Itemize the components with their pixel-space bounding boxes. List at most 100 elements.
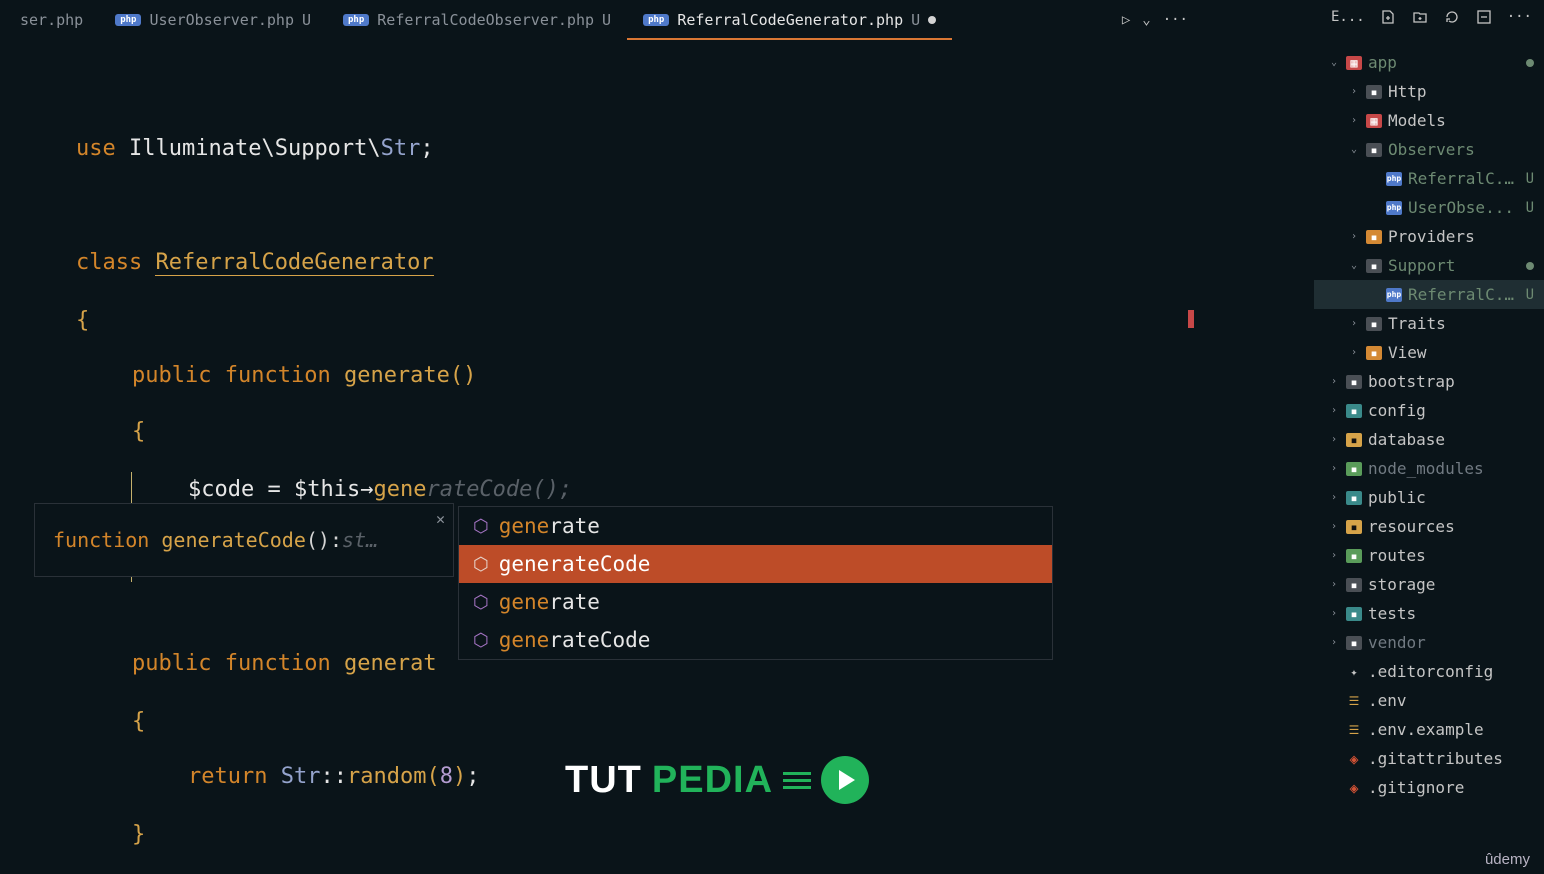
tab-sub: U [911, 11, 920, 29]
file-label: Support [1388, 256, 1520, 275]
file-tree-item[interactable]: ⌄ ▦ app [1314, 48, 1544, 77]
file-tree-item[interactable]: ›▪bootstrap [1314, 367, 1544, 396]
file-label: node_modules [1368, 459, 1534, 478]
php-icon: php [343, 14, 369, 26]
autocomplete-item[interactable]: ⬡ generateCode [459, 621, 1052, 659]
file-tree-item[interactable]: ⌄ ▪ Observers [1314, 135, 1544, 164]
new-file-icon[interactable] [1379, 8, 1397, 26]
tab-label: ser.php [20, 11, 83, 29]
modified-dot-icon [1526, 59, 1534, 67]
autocomplete-item-selected[interactable]: ⬡ generateCode [459, 545, 1052, 583]
scroll-indicator [1188, 310, 1194, 328]
dirty-dot-icon [928, 16, 936, 24]
git-status: U [1526, 287, 1534, 303]
file-icon: ▪ [1346, 375, 1362, 389]
toolbar-right: E... ··· [1331, 8, 1532, 26]
file-label: Observers [1388, 140, 1534, 159]
ns: Illuminate [129, 136, 261, 161]
chevron-right-icon: › [1328, 492, 1340, 503]
file-tree-item[interactable]: phpUserObse...U [1314, 193, 1544, 222]
php-icon: php [643, 14, 669, 26]
file-tree-item[interactable]: ›▪storage [1314, 570, 1544, 599]
php-icon: php [115, 14, 141, 26]
method-generate2: generat [344, 651, 437, 676]
chevron-right-icon: › [1328, 579, 1340, 590]
file-icon: php [1386, 288, 1402, 302]
tab-ser[interactable]: ser.php [4, 0, 99, 40]
file-tree-item[interactable]: ›▪public [1314, 483, 1544, 512]
kw-use: use [76, 136, 116, 161]
file-label: .editorconfig [1368, 662, 1534, 681]
file-icon: ◈ [1346, 781, 1362, 795]
close-icon[interactable]: ✕ [436, 510, 445, 528]
chevron-down-icon: ⌄ [1328, 57, 1340, 68]
file-icon: ▪ [1346, 578, 1362, 592]
file-icon: ▦ [1366, 114, 1382, 128]
refresh-icon[interactable] [1443, 8, 1461, 26]
chevron-right-icon: › [1328, 434, 1340, 445]
file-tree-item[interactable]: ›▪resources [1314, 512, 1544, 541]
file-tree-item[interactable]: ›▪tests [1314, 599, 1544, 628]
file-tree-item[interactable]: phpReferralC...U [1314, 280, 1544, 309]
file-icon: ▪ [1366, 143, 1382, 157]
file-tree-item[interactable]: ›▪node_modules [1314, 454, 1544, 483]
chevron-down-icon[interactable]: ⌄ [1142, 12, 1150, 28]
chevron-right-icon: › [1328, 405, 1340, 416]
file-icon: ▪ [1366, 230, 1382, 244]
chevron-right-icon: › [1348, 318, 1360, 329]
file-icon: ▪ [1346, 636, 1362, 650]
file-label: app [1368, 53, 1520, 72]
code-editor[interactable]: use Illuminate\Support\Str; class Referr… [0, 40, 1200, 874]
file-tree-item[interactable]: phpReferralC...U [1314, 164, 1544, 193]
chevron-right-icon: › [1328, 521, 1340, 532]
file-tree-item[interactable]: ›▪Providers [1314, 222, 1544, 251]
file-label: View [1388, 343, 1534, 362]
file-icon: ▪ [1366, 85, 1382, 99]
file-label: Http [1388, 82, 1534, 101]
git-status: U [1526, 200, 1534, 216]
chevron-down-icon: ⌄ [1348, 144, 1360, 155]
tab-referralcodeobserver[interactable]: php ReferralCodeObserver.php U [327, 0, 627, 40]
file-label: resources [1368, 517, 1534, 536]
file-tree-item[interactable]: ›▪vendor [1314, 628, 1544, 657]
file-tree-item[interactable]: ›▪Http [1314, 77, 1544, 106]
collapse-icon[interactable] [1475, 8, 1493, 26]
file-tree-item[interactable]: ›▪database [1314, 425, 1544, 454]
file-tree-item[interactable]: ☰.env [1314, 686, 1544, 715]
file-tree-item[interactable]: ›▪routes [1314, 541, 1544, 570]
file-tree-item[interactable]: › ▦ Models [1314, 106, 1544, 135]
file-tree-item[interactable]: ◈.gitignore [1314, 773, 1544, 802]
file-icon: ☰ [1346, 694, 1362, 708]
file-tree-item[interactable]: ⌄▪Support [1314, 251, 1544, 280]
tab-label: ReferralCodeObserver.php [377, 11, 594, 29]
more-icon[interactable]: ··· [1163, 12, 1188, 28]
file-icon: ▦ [1346, 56, 1362, 70]
chevron-right-icon: › [1348, 115, 1360, 126]
file-label: Models [1388, 111, 1534, 130]
autocomplete-item[interactable]: ⬡ generate [459, 507, 1052, 545]
more-icon[interactable]: ··· [1507, 9, 1532, 25]
modified-dot-icon [1526, 262, 1534, 270]
chevron-right-icon: › [1328, 637, 1340, 648]
udemy-watermark: ûdemy [1485, 851, 1530, 868]
tab-referralcodegenerator[interactable]: php ReferralCodeGenerator.php U [627, 0, 952, 40]
explorer-label: E... [1331, 9, 1365, 25]
file-icon: ✦ [1346, 665, 1362, 679]
tab-bar: ser.php php UserObserver.php U php Refer… [0, 0, 1200, 40]
file-tree-item[interactable]: ◈.gitattributes [1314, 744, 1544, 773]
run-icon[interactable]: ▷ [1122, 12, 1130, 28]
file-tree-item[interactable]: ›▪View [1314, 338, 1544, 367]
tab-userobserver[interactable]: php UserObserver.php U [99, 0, 327, 40]
file-tree-item[interactable]: ›▪config [1314, 396, 1544, 425]
play-icon [821, 756, 869, 804]
chevron-right-icon: › [1328, 463, 1340, 474]
autocomplete-item[interactable]: ⬡ generate [459, 583, 1052, 621]
file-icon: ▪ [1346, 549, 1362, 563]
file-tree-item[interactable]: ›▪Traits [1314, 309, 1544, 338]
tab-status: U [302, 11, 311, 29]
file-tree-item[interactable]: ✦ .editorconfig [1314, 657, 1544, 686]
kw-class: class [76, 250, 142, 275]
file-label: bootstrap [1368, 372, 1534, 391]
new-folder-icon[interactable] [1411, 8, 1429, 26]
file-tree-item[interactable]: ☰.env.example [1314, 715, 1544, 744]
